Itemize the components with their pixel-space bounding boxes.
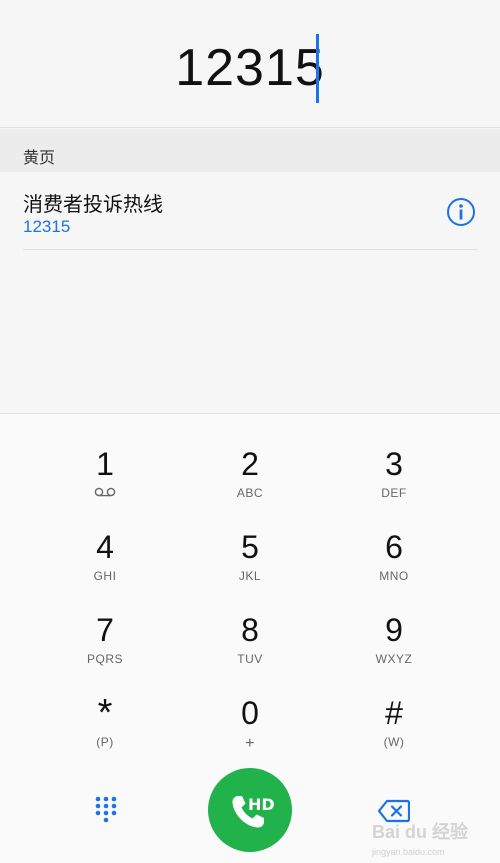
hd-badge: HD bbox=[248, 795, 275, 814]
key-digit: 2 bbox=[241, 446, 259, 482]
key-9[interactable]: 9 WXYZ bbox=[334, 602, 454, 682]
key-letters: TUV bbox=[237, 652, 263, 666]
key-digit: 9 bbox=[385, 612, 403, 648]
number-display-area[interactable]: 12315 bbox=[0, 0, 500, 128]
key-digit: 3 bbox=[385, 446, 403, 482]
key-8[interactable]: 8 TUV bbox=[190, 602, 310, 682]
entered-number[interactable]: 12315 bbox=[0, 38, 500, 98]
dialpad-icon bbox=[95, 796, 117, 823]
dialer-action-bar: HD Bai du 经验 jingyan.baidu.com bbox=[0, 763, 500, 863]
key-0[interactable]: 0 + bbox=[190, 685, 310, 765]
watermark: Bai du 经验 bbox=[372, 822, 469, 842]
result-name: 消费者投诉热线 bbox=[23, 194, 163, 216]
key-digit: # bbox=[385, 695, 403, 731]
key-letters: ABC bbox=[236, 486, 264, 500]
watermark-url: jingyan.baidu.com bbox=[372, 847, 445, 857]
key-letters: (P) bbox=[96, 735, 114, 749]
key-letters: WXYZ bbox=[375, 652, 413, 666]
divider bbox=[23, 249, 477, 250]
key-digit: 7 bbox=[96, 612, 114, 648]
contact-result-item[interactable]: 消费者投诉热线 12315 bbox=[0, 172, 500, 250]
key-digit: 5 bbox=[241, 529, 259, 565]
key-digit: 8 bbox=[241, 612, 259, 648]
info-button[interactable] bbox=[446, 197, 476, 227]
key-digit: 4 bbox=[96, 529, 114, 565]
key-letters: DEF bbox=[381, 486, 407, 500]
call-button[interactable]: HD bbox=[208, 768, 292, 852]
section-header-yellow-pages: 黄页 bbox=[0, 129, 500, 172]
info-icon bbox=[447, 198, 475, 226]
key-star[interactable]: * (P) bbox=[45, 685, 165, 765]
key-6[interactable]: 6 MNO bbox=[334, 519, 454, 599]
key-1[interactable]: 1 bbox=[45, 436, 165, 516]
key-7[interactable]: 7 PQRS bbox=[45, 602, 165, 682]
key-digit: 1 bbox=[96, 446, 114, 482]
result-number: 12315 bbox=[23, 217, 71, 236]
key-5[interactable]: 5 JKL bbox=[190, 519, 310, 599]
key-digit: 6 bbox=[385, 529, 403, 565]
key-2[interactable]: 2 ABC bbox=[190, 436, 310, 516]
key-letters: JKL bbox=[238, 569, 262, 583]
key-letters: + bbox=[245, 735, 255, 752]
key-digit: 0 bbox=[241, 695, 259, 731]
section-title: 黄页 bbox=[23, 150, 56, 167]
key-letters: GHI bbox=[93, 569, 117, 583]
key-3[interactable]: 3 DEF bbox=[334, 436, 454, 516]
key-hash[interactable]: # (W) bbox=[334, 685, 454, 765]
key-4[interactable]: 4 GHI bbox=[45, 519, 165, 599]
key-letters: (W) bbox=[383, 735, 405, 749]
text-cursor bbox=[316, 34, 319, 103]
key-letters: MNO bbox=[379, 569, 409, 583]
dialpad-toggle-button[interactable] bbox=[88, 793, 124, 829]
voicemail-icon bbox=[45, 486, 165, 500]
key-digit: * bbox=[97, 692, 113, 734]
key-letters: PQRS bbox=[86, 652, 123, 666]
